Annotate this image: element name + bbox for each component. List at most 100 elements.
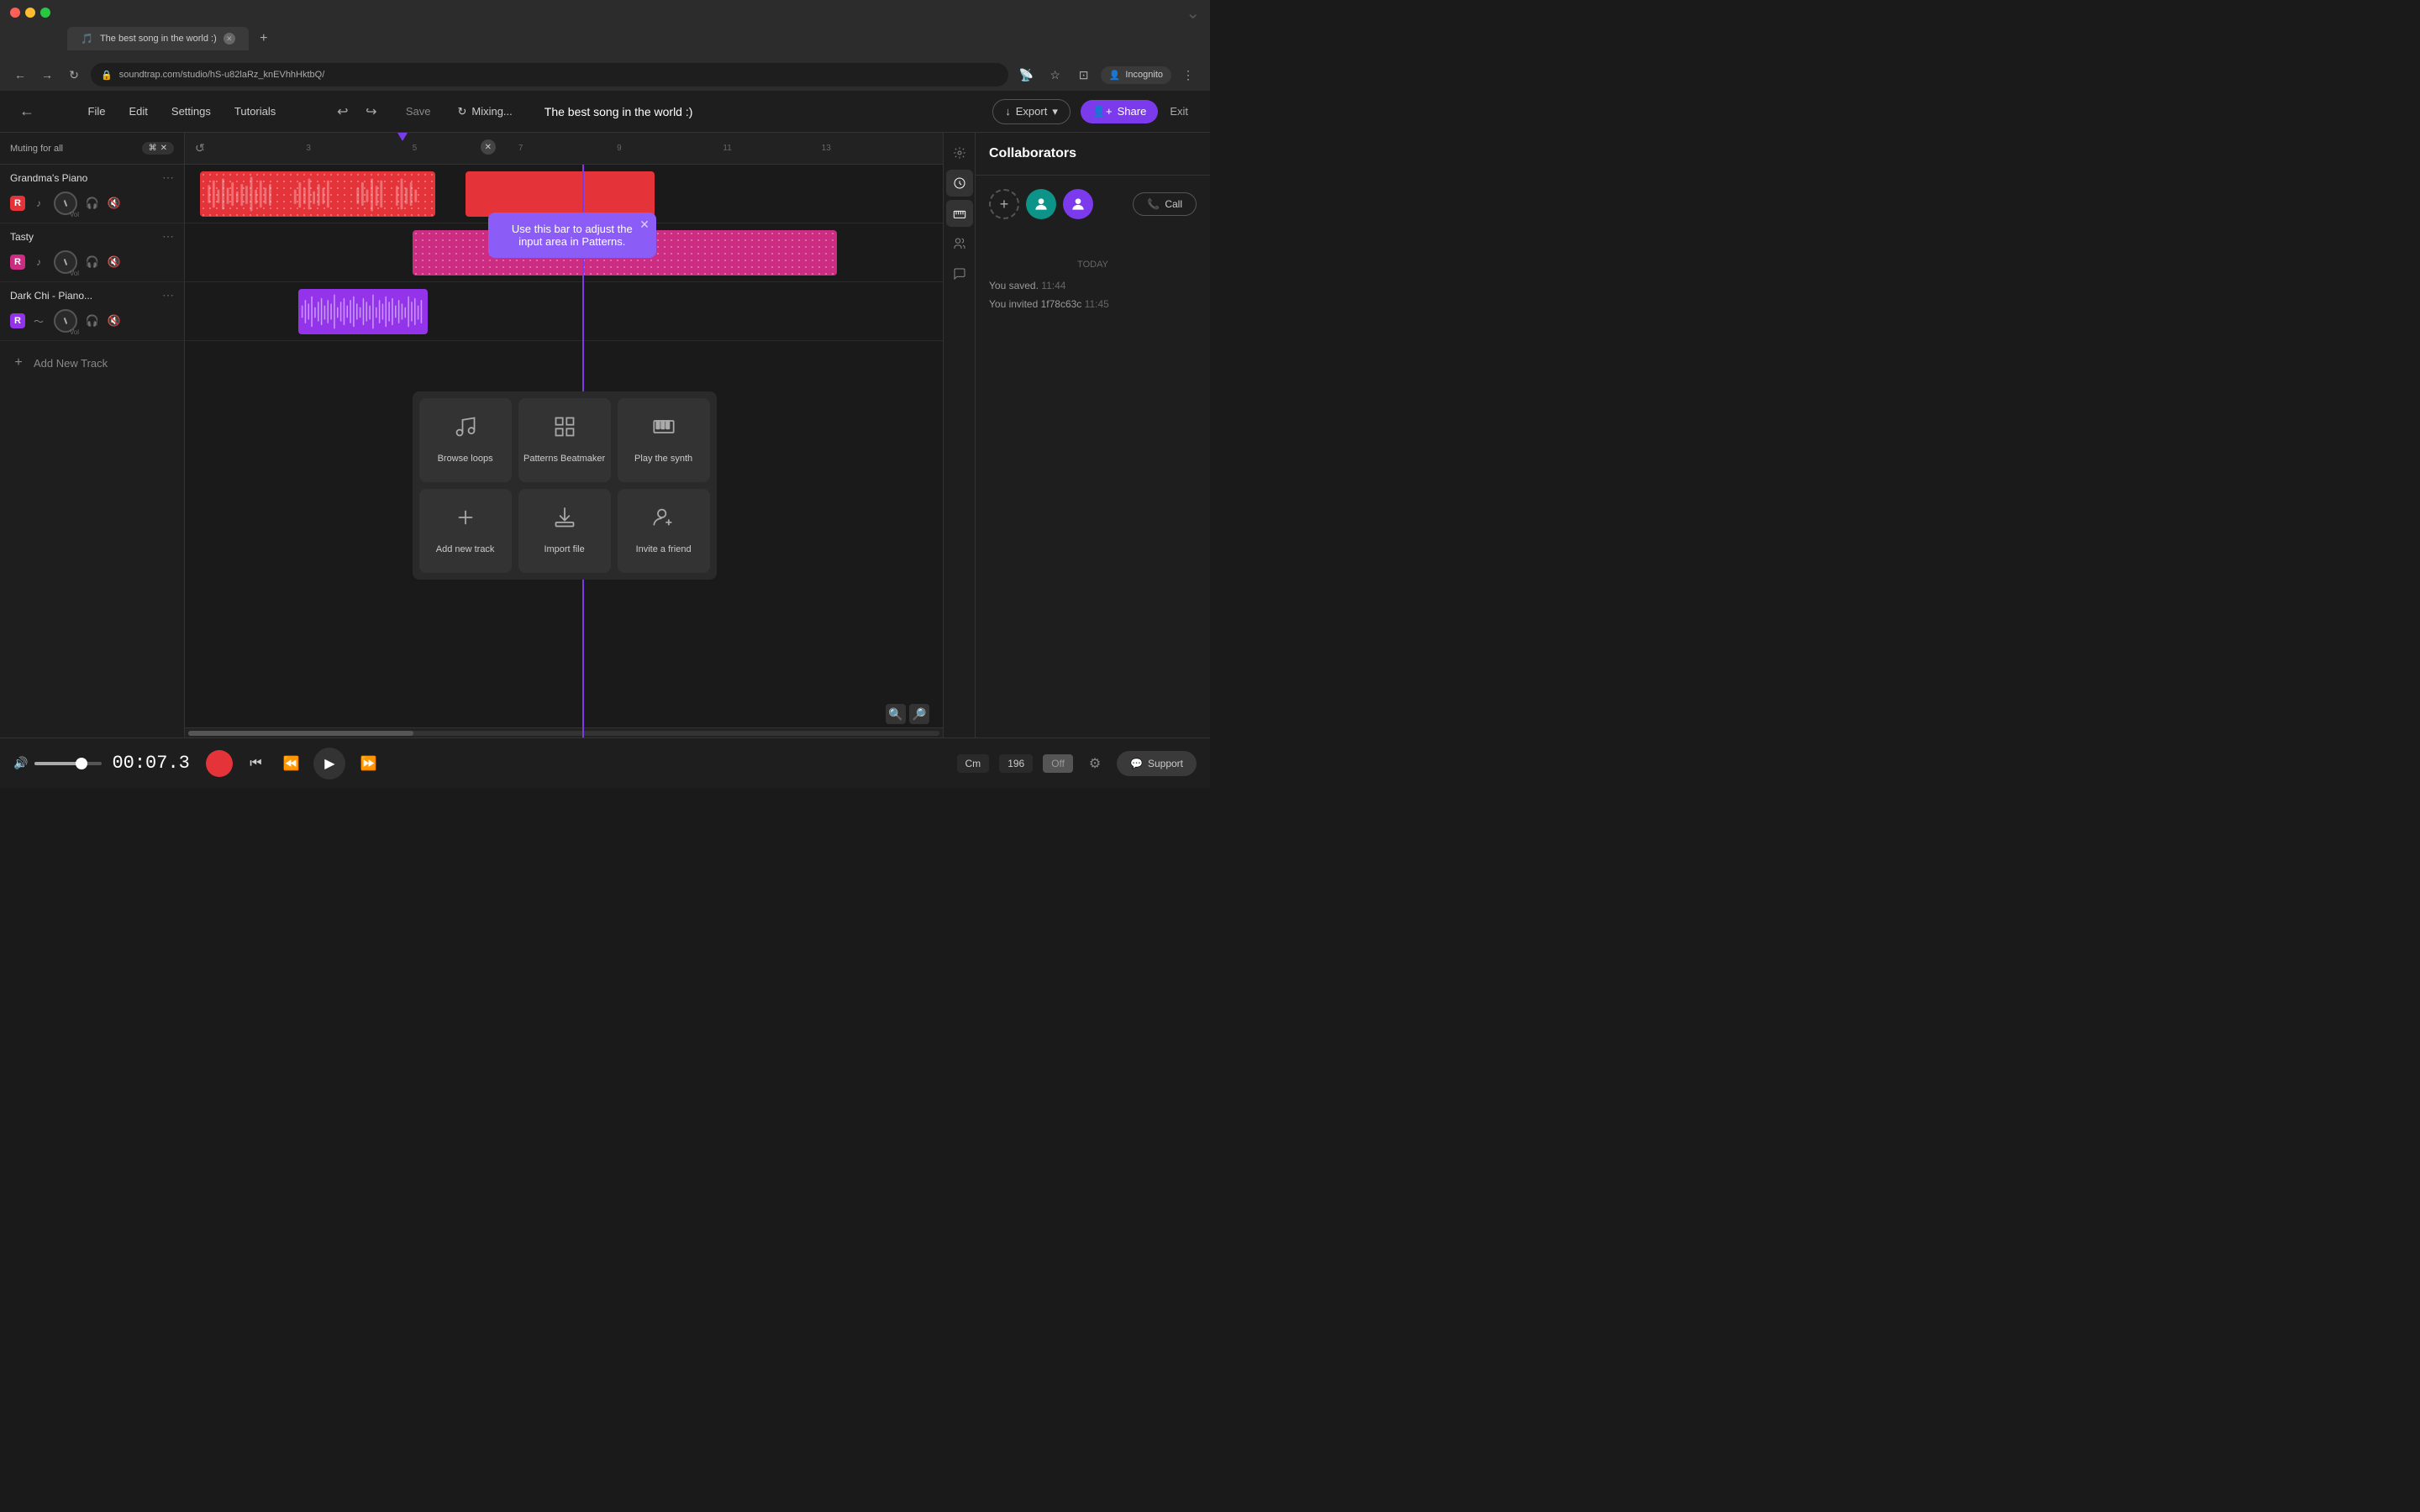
- close-marker-button[interactable]: ✕: [481, 139, 496, 155]
- cast-icon[interactable]: 📡: [1015, 63, 1039, 87]
- ruler-mark-1: 1: [200, 144, 205, 153]
- grid-icon: [553, 415, 576, 444]
- synth-icon-button[interactable]: [946, 200, 973, 227]
- track-item-dark-chi[interactable]: Dark Chi - Piano... ⋯ R 〜 Vol 🎧 🔇: [0, 282, 184, 341]
- browser-tab[interactable]: 🎵 The best song in the world :) ✕: [67, 27, 249, 50]
- tab-close-button[interactable]: ✕: [224, 33, 235, 45]
- traffic-lights: [10, 8, 50, 18]
- clip-1b[interactable]: [466, 171, 655, 217]
- command-icon: ⌘: [149, 144, 157, 153]
- zoom-out-button[interactable]: 🔎: [909, 704, 929, 724]
- metronome-off-badge[interactable]: Off: [1043, 754, 1073, 773]
- clip-3a[interactable]: [298, 289, 427, 334]
- record-button[interactable]: [206, 750, 233, 777]
- track-more-2[interactable]: ⋯: [162, 229, 174, 244]
- add-new-track-card[interactable]: Add new track: [419, 489, 512, 573]
- track-headphone-1[interactable]: 🎧: [84, 195, 101, 212]
- track-volume-knob-1[interactable]: Vol: [52, 190, 79, 217]
- download-icon: ↓: [1005, 105, 1011, 118]
- right-panel-header: Collaborators: [976, 133, 1210, 176]
- track-item-grandmas-piano[interactable]: Grandma's Piano ⋯ R ♪ Vol 🎧 🔇: [0, 165, 184, 223]
- refresh-button[interactable]: ↻: [64, 65, 84, 85]
- track-volume-knob-2[interactable]: Vol: [52, 249, 79, 276]
- rewind-button[interactable]: ⏪: [278, 751, 303, 776]
- add-track-menu: Browse loops Patterns Beatmaker: [413, 391, 717, 580]
- track-headphone-3[interactable]: 🎧: [84, 312, 101, 329]
- piano-icon: [652, 415, 676, 444]
- track-volume-knob-3[interactable]: Vol: [52, 307, 79, 334]
- scrollbar-thumb[interactable]: [188, 731, 413, 736]
- track-more-1[interactable]: ⋯: [162, 171, 174, 185]
- track-midi-icon-1[interactable]: ♪: [30, 195, 47, 212]
- profile-icon: 👤: [1109, 70, 1121, 81]
- import-file-label: Import file: [544, 543, 584, 555]
- transport-settings-button[interactable]: ⚙: [1083, 752, 1107, 775]
- minimize-button[interactable]: [25, 8, 35, 18]
- import-file-card[interactable]: Import file: [518, 489, 611, 573]
- muting-chip[interactable]: ⌘ ✕: [142, 142, 174, 155]
- share-button[interactable]: 👤+ Share: [1081, 100, 1158, 123]
- redo-button[interactable]: ↪: [359, 99, 384, 124]
- track-mute-3[interactable]: 🔇: [106, 312, 123, 329]
- collaborators-icon-button[interactable]: [946, 230, 973, 257]
- chevron-down-icon[interactable]: ⌄: [1186, 3, 1200, 24]
- track-headphone-2[interactable]: 🎧: [84, 254, 101, 270]
- track-waveform-icon-3[interactable]: 〜: [30, 312, 47, 329]
- activity-item-2: You invited 1f78c63c 11:45: [989, 298, 1197, 310]
- address-bar[interactable]: 🔒 soundtrap.com/studio/hS-u82laRz_knEVhh…: [91, 63, 1008, 87]
- track-color-btn-3[interactable]: R: [10, 313, 25, 328]
- track-mute-1[interactable]: 🔇: [106, 195, 123, 212]
- play-synth-card[interactable]: Play the synth: [618, 398, 710, 482]
- maximize-button[interactable]: [40, 8, 50, 18]
- track-controls-header: Muting for all ⌘ ✕: [0, 133, 184, 165]
- track-mute-2[interactable]: 🔇: [106, 254, 123, 270]
- play-button[interactable]: ▶: [313, 748, 345, 780]
- close-button[interactable]: [10, 8, 20, 18]
- add-track-area[interactable]: + Add New Track: [0, 341, 184, 385]
- track-color-btn-1[interactable]: R: [10, 196, 25, 211]
- patterns-beatmaker-card[interactable]: Patterns Beatmaker: [518, 398, 611, 482]
- track-midi-icon-2[interactable]: ♪: [30, 254, 47, 270]
- call-button[interactable]: 📞 Call: [1133, 192, 1197, 216]
- add-new-track-label: Add new track: [436, 543, 495, 555]
- zoom-in-button[interactable]: 🔍: [886, 704, 906, 724]
- bookmark-icon[interactable]: ☆: [1044, 63, 1067, 87]
- edit-menu[interactable]: Edit: [119, 102, 158, 121]
- tutorials-menu[interactable]: Tutorials: [224, 102, 286, 121]
- track-name-row-2: Tasty ⋯: [10, 229, 174, 244]
- more-options-icon[interactable]: ⋮: [1176, 63, 1200, 87]
- new-tab-button[interactable]: +: [255, 30, 272, 47]
- support-button[interactable]: 💬 Support: [1117, 751, 1197, 776]
- mixing-button[interactable]: ↻ Mixing...: [445, 102, 523, 122]
- exit-button[interactable]: Exit: [1161, 102, 1197, 121]
- loop-record-icon-button[interactable]: [946, 170, 973, 197]
- scrollbar-track[interactable]: [188, 731, 939, 736]
- settings-menu[interactable]: Settings: [161, 102, 221, 121]
- undo-button[interactable]: ↩: [330, 99, 355, 124]
- file-menu[interactable]: File: [78, 102, 116, 121]
- browse-loops-label: Browse loops: [438, 453, 493, 465]
- back-nav-button[interactable]: ←: [10, 65, 30, 85]
- save-button[interactable]: Save: [394, 102, 443, 121]
- profile-area[interactable]: 👤 Incognito: [1101, 66, 1171, 84]
- track-item-tasty[interactable]: Tasty ⋯ R ♪ Vol 🎧 🔇: [0, 223, 184, 282]
- go-to-start-button[interactable]: ⏮: [243, 751, 268, 776]
- track-more-3[interactable]: ⋯: [162, 288, 174, 302]
- track-color-btn-2[interactable]: R: [10, 255, 25, 270]
- fast-forward-button[interactable]: ⏩: [355, 751, 381, 776]
- clip-1a[interactable]: [200, 171, 435, 217]
- effects-icon-button[interactable]: [946, 139, 973, 166]
- extensions-icon[interactable]: ⊡: [1072, 63, 1096, 87]
- support-label: Support: [1148, 758, 1183, 769]
- forward-nav-button[interactable]: →: [37, 65, 57, 85]
- tooltip-close-button[interactable]: ✕: [639, 218, 650, 232]
- invite-friend-card[interactable]: Invite a friend: [618, 489, 710, 573]
- app-back-button[interactable]: ←: [13, 98, 40, 125]
- browse-loops-card[interactable]: Browse loops: [419, 398, 512, 482]
- export-button[interactable]: ↓ Export ▾: [992, 99, 1071, 124]
- chat-icon-button[interactable]: [946, 260, 973, 287]
- add-collaborator-button[interactable]: +: [989, 189, 1019, 219]
- share-label: Share: [1118, 105, 1147, 118]
- volume-slider[interactable]: [34, 762, 102, 765]
- avatar-2: [1063, 189, 1093, 219]
